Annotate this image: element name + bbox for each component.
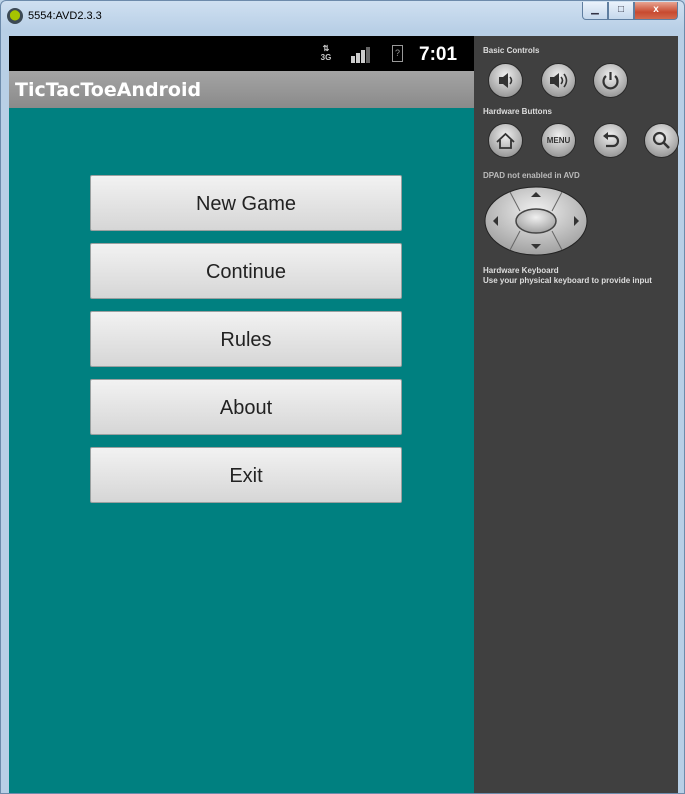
keyboard-info: Hardware Keyboard Use your physical keyb… — [483, 266, 652, 286]
dpad-label: DPAD not enabled in AVD — [483, 171, 580, 180]
emulator-controls-panel: Basic Controls Hardware Buttons MENU DPA… — [474, 36, 679, 793]
network-type: 3G — [320, 53, 332, 62]
rules-button[interactable]: Rules — [90, 311, 402, 367]
about-button[interactable]: About — [90, 379, 402, 435]
client-area: ⇅ 3G ? 7:01 TicTacToeAndroid New Game Co… — [9, 36, 679, 793]
back-button[interactable] — [593, 123, 628, 158]
home-icon — [496, 132, 515, 149]
hardware-buttons-label: Hardware Buttons — [483, 107, 552, 116]
battery-icon: ? — [392, 45, 403, 62]
signal-icon — [351, 47, 373, 63]
keyboard-note: Use your physical keyboard to provide in… — [483, 276, 652, 285]
search-button[interactable] — [644, 123, 679, 158]
dpad-control[interactable] — [484, 186, 589, 256]
search-icon — [652, 131, 670, 149]
close-button[interactable]: x — [634, 2, 678, 20]
volume-up-button[interactable] — [541, 63, 576, 98]
home-button[interactable] — [488, 123, 523, 158]
network-arrows: ⇅ — [322, 44, 330, 53]
title-bar[interactable]: ⬤ 5554:AVD2.3.3 ▁ □ x — [1, 1, 684, 31]
status-bar: ⇅ 3G ? 7:01 — [9, 36, 474, 71]
device-screen[interactable]: ⇅ 3G ? 7:01 TicTacToeAndroid New Game Co… — [9, 36, 474, 793]
maximize-button[interactable]: □ — [608, 2, 634, 20]
window-title: 5554:AVD2.3.3 — [28, 10, 102, 22]
volume-up-icon — [550, 73, 568, 88]
power-button[interactable] — [593, 63, 628, 98]
dpad-icon — [484, 186, 588, 256]
volume-down-button[interactable] — [488, 63, 523, 98]
exit-button[interactable]: Exit — [90, 447, 402, 503]
volume-down-icon — [499, 73, 513, 88]
keyboard-label: Hardware Keyboard — [483, 266, 559, 275]
window-controls: ▁ □ x — [582, 2, 678, 20]
power-icon — [602, 72, 619, 90]
android-icon: ⬤ — [7, 8, 23, 24]
clock: 7:01 — [419, 44, 458, 65]
app-title-bar: TicTacToeAndroid — [9, 71, 474, 108]
continue-button[interactable]: Continue — [90, 243, 402, 299]
app-title: TicTacToeAndroid — [15, 79, 202, 101]
back-icon — [603, 132, 620, 148]
menu-button[interactable]: MENU — [541, 123, 576, 158]
new-game-button[interactable]: New Game — [90, 175, 402, 231]
basic-controls-label: Basic Controls — [483, 46, 540, 55]
network-3g-icon: ⇅ 3G — [318, 44, 334, 62]
minimize-button[interactable]: ▁ — [582, 2, 608, 20]
emulator-window: ⬤ 5554:AVD2.3.3 ▁ □ x ⇅ 3G ? 7:01 TicTac… — [0, 0, 685, 794]
